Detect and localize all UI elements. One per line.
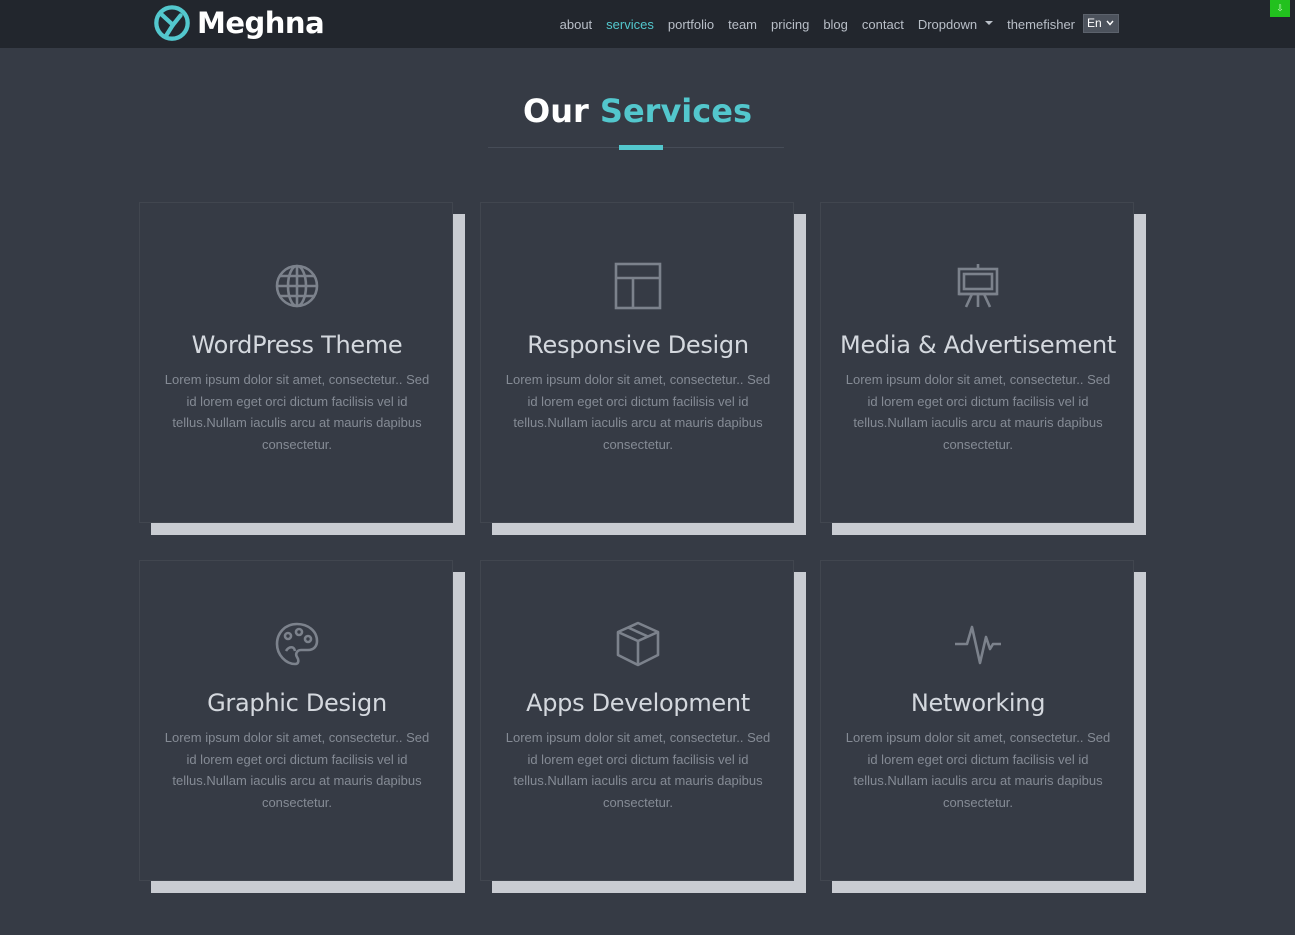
service-card-body: Media & Advertisement Lorem ipsum dolor … — [820, 202, 1134, 523]
nav-dropdown-label: Dropdown — [917, 16, 978, 32]
caret-down-icon — [985, 21, 994, 26]
service-card: Graphic Design Lorem ipsum dolor sit ame… — [139, 560, 465, 893]
language-value: En — [1087, 16, 1102, 30]
service-title: Responsive Design — [527, 331, 749, 359]
service-title: Graphic Design — [207, 689, 387, 717]
service-card: Networking Lorem ipsum dolor sit amet, c… — [820, 560, 1146, 893]
service-description: Lorem ipsum dolor sit amet, consectetur.… — [845, 730, 1111, 810]
nav-contact[interactable]: contact — [862, 17, 904, 32]
service-card-body: Networking Lorem ipsum dolor sit amet, c… — [820, 560, 1134, 881]
section-title: Our Services — [0, 92, 1275, 130]
service-title: Networking — [910, 689, 1046, 717]
nav-about[interactable]: about — [560, 17, 593, 32]
brand-name: Meghna — [197, 6, 325, 40]
brand-logo[interactable]: Meghna — [153, 3, 325, 43]
language-select[interactable]: En — [1083, 14, 1119, 33]
service-card-body: WordPress Theme Lorem ipsum dolor sit am… — [139, 202, 453, 523]
nav-services[interactable]: services — [606, 17, 654, 32]
main-nav: about services portfolio team pricing bl… — [546, 15, 1075, 33]
title-accent-bar — [619, 145, 663, 150]
service-card: Responsive Design Lorem ipsum dolor sit … — [480, 202, 806, 535]
nav-dropdown[interactable]: Dropdown — [917, 16, 994, 32]
service-card: Media & Advertisement Lorem ipsum dolor … — [820, 202, 1146, 535]
service-title: WordPress Theme — [191, 331, 403, 359]
section-title-accent: Services — [599, 92, 752, 130]
service-description: Lorem ipsum dolor sit amet, consectetur.… — [505, 372, 771, 452]
service-card-body: Apps Development Lorem ipsum dolor sit a… — [480, 560, 794, 881]
service-description: Lorem ipsum dolor sit amet, consectetur.… — [164, 730, 430, 810]
navbar: Meghna about services portfolio team pri… — [0, 0, 1295, 48]
nav-team[interactable]: team — [728, 17, 757, 32]
globe-icon — [275, 264, 319, 308]
nav-blog[interactable]: blog — [823, 17, 848, 32]
section-title-main: Our — [523, 92, 589, 130]
service-description: Lorem ipsum dolor sit amet, consectetur.… — [164, 372, 430, 452]
box-icon — [616, 621, 660, 667]
service-description: Lorem ipsum dolor sit amet, consectetur.… — [845, 372, 1111, 452]
service-card: Apps Development Lorem ipsum dolor sit a… — [480, 560, 806, 893]
nav-themefisher[interactable]: themefisher — [1007, 17, 1075, 32]
logo-icon — [154, 5, 190, 41]
service-card-body: Responsive Design Lorem ipsum dolor sit … — [480, 202, 794, 523]
nav-pricing[interactable]: pricing — [771, 17, 809, 32]
layout-icon — [614, 262, 662, 310]
service-title: Media & Advertisement — [840, 331, 1116, 359]
easel-icon — [957, 264, 999, 308]
chevron-down-icon — [1106, 20, 1114, 26]
pulse-icon — [955, 625, 1001, 665]
palette-icon — [275, 622, 319, 666]
download-indicator-icon[interactable]: ⇩ — [1270, 0, 1290, 17]
service-title: Apps Development — [526, 689, 750, 717]
service-card: WordPress Theme Lorem ipsum dolor sit am… — [139, 202, 465, 535]
nav-portfolio[interactable]: portfolio — [668, 17, 714, 32]
service-card-body: Graphic Design Lorem ipsum dolor sit ame… — [139, 560, 453, 881]
service-description: Lorem ipsum dolor sit amet, consectetur.… — [505, 730, 771, 810]
